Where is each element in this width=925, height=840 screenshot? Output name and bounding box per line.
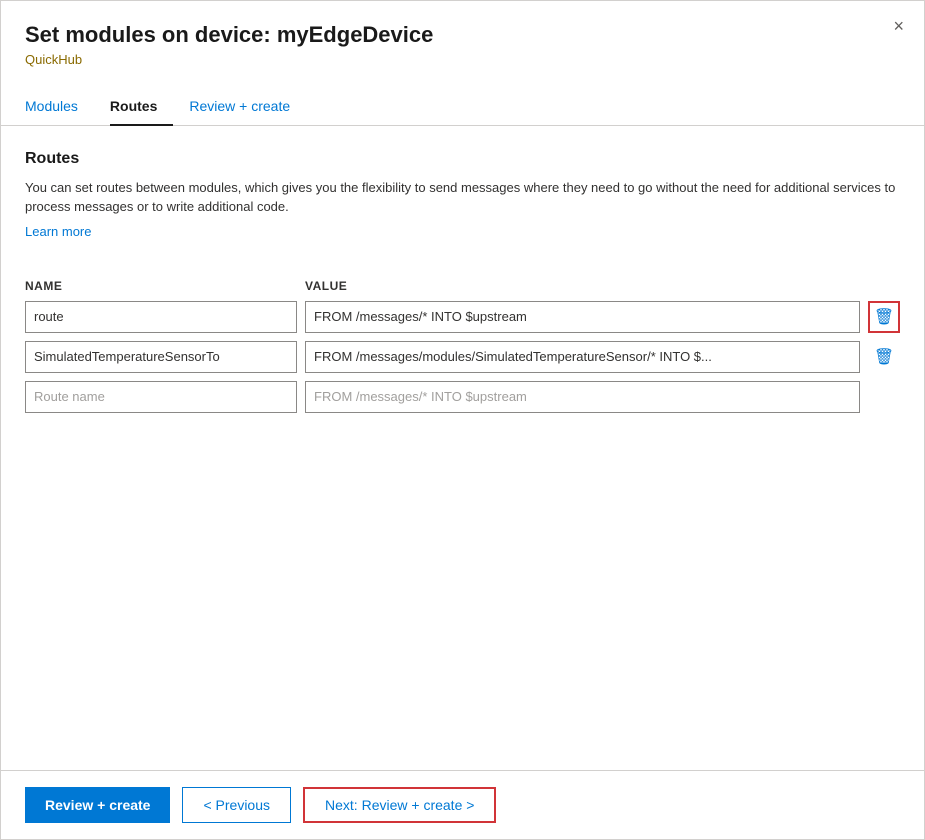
table-row: 🗑: [25, 341, 900, 373]
route-name-input-1[interactable]: [25, 301, 297, 333]
delete-route-button-2[interactable]: 🗑: [868, 341, 900, 373]
table-row: 🗑: [25, 301, 900, 333]
route-value-input-3[interactable]: [305, 381, 860, 413]
previous-button[interactable]: < Previous: [182, 787, 291, 823]
dialog-footer: Review + create < Previous Next: Review …: [1, 770, 924, 839]
trash-icon: 🗑: [874, 307, 894, 327]
tab-modules[interactable]: Modules: [25, 88, 94, 126]
next-review-create-button[interactable]: Next: Review + create >: [303, 787, 496, 823]
route-name-input-3[interactable]: [25, 381, 297, 413]
table-row: [25, 381, 900, 413]
col-value-header: VALUE: [305, 279, 900, 293]
close-button[interactable]: ×: [893, 17, 904, 35]
section-description: You can set routes between modules, whic…: [25, 178, 900, 217]
delete-route-button-1[interactable]: 🗑: [868, 301, 900, 333]
col-name-header: NAME: [25, 279, 305, 293]
routes-table: NAME VALUE 🗑 🗑: [25, 279, 900, 413]
route-value-input-2[interactable]: [305, 341, 860, 373]
dialog-header: Set modules on device: myEdgeDevice Quic…: [1, 1, 924, 75]
tab-review-create[interactable]: Review + create: [189, 88, 306, 126]
tab-routes[interactable]: Routes: [110, 88, 173, 126]
dialog-body: Routes You can set routes between module…: [1, 126, 924, 770]
delete-spacer: [868, 381, 900, 413]
trash-icon: 🗑: [874, 347, 894, 367]
learn-more-link[interactable]: Learn more: [25, 224, 91, 239]
dialog-title: Set modules on device: myEdgeDevice: [25, 21, 900, 50]
set-modules-dialog: Set modules on device: myEdgeDevice Quic…: [0, 0, 925, 840]
review-create-button[interactable]: Review + create: [25, 787, 170, 823]
dialog-subtitle: QuickHub: [25, 52, 900, 67]
tab-bar: Modules Routes Review + create: [1, 87, 924, 126]
section-title: Routes: [25, 150, 900, 168]
table-header: NAME VALUE: [25, 279, 900, 301]
route-name-input-2[interactable]: [25, 341, 297, 373]
route-value-input-1[interactable]: [305, 301, 860, 333]
